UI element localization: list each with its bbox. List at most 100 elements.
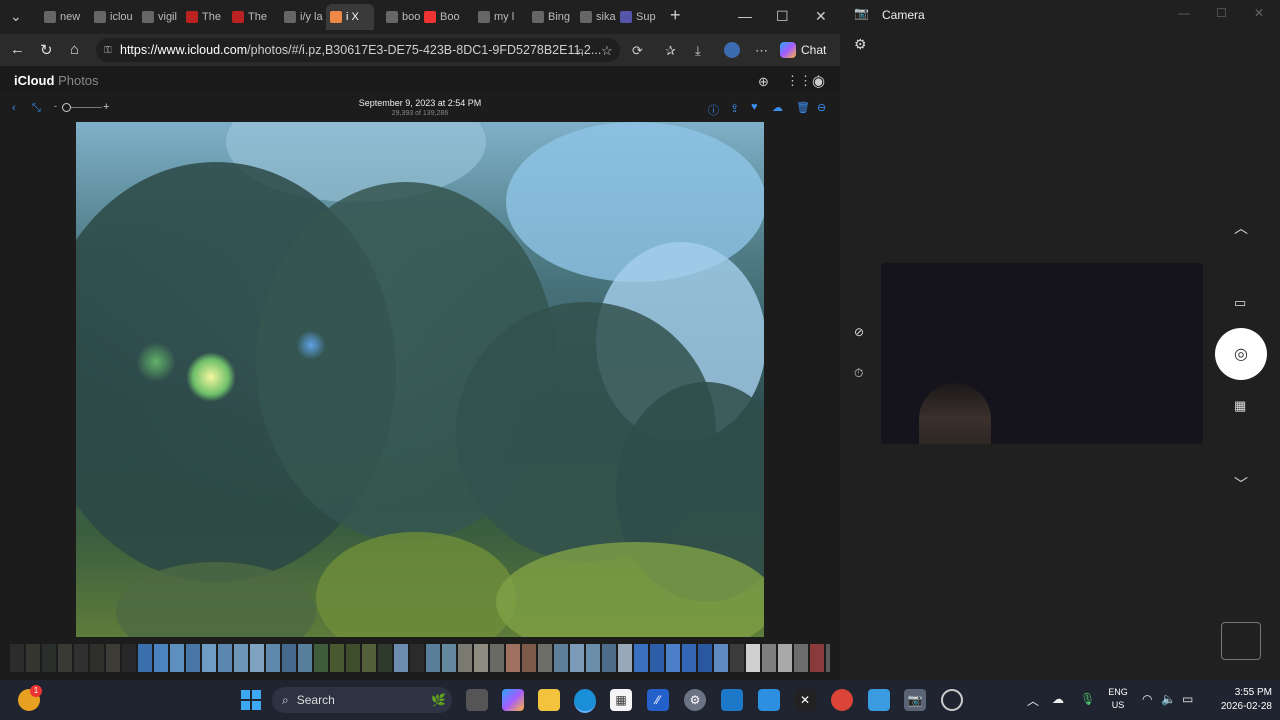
photos-app-icon[interactable] (721, 689, 743, 711)
filmstrip-thumbnail[interactable] (442, 644, 456, 672)
volume-icon[interactable]: 🔈 (1161, 692, 1176, 706)
filmstrip[interactable] (10, 644, 830, 672)
extensions-icon[interactable]: ⟳ (632, 43, 643, 59)
filmstrip-thumbnail[interactable] (474, 644, 488, 672)
filmstrip-thumbnail[interactable] (170, 644, 184, 672)
filmstrip-thumbnail[interactable] (618, 644, 632, 672)
filmstrip-thumbnail[interactable] (682, 644, 696, 672)
timer-off-icon[interactable]: ⏱ (854, 366, 863, 381)
filmstrip-thumbnail[interactable] (362, 644, 376, 672)
filmstrip-thumbnail[interactable] (538, 644, 552, 672)
filmstrip-thumbnail[interactable] (762, 644, 776, 672)
chevron-up-icon[interactable]: ︿ (1234, 218, 1248, 238)
filmstrip-thumbnail[interactable] (42, 644, 56, 672)
filmstrip-thumbnail[interactable] (330, 644, 344, 672)
cam-maximize-button[interactable]: ☐ (1216, 6, 1227, 20)
downloads-icon[interactable]: ⤓ (695, 43, 701, 59)
taskbar-search[interactable]: ⌕ Search 🌿 (272, 687, 452, 713)
hdr-off-icon[interactable]: ⊘ (854, 325, 864, 339)
filmstrip-thumbnail[interactable] (218, 644, 232, 672)
capcut-icon[interactable]: ✕ (794, 689, 816, 711)
share-icon[interactable]: ⇪ (730, 102, 739, 115)
filmstrip-thumbnail[interactable] (138, 644, 152, 672)
filmstrip-thumbnail[interactable] (794, 644, 808, 672)
widgets-icon[interactable]: 1 (18, 685, 42, 711)
more-menu-icon[interactable]: ⋯ (755, 43, 768, 59)
filmstrip-thumbnail[interactable] (746, 644, 760, 672)
account-icon[interactable]: ◉ (812, 72, 825, 90)
cam-close-button[interactable]: ✕ (1254, 6, 1264, 20)
filmstrip-thumbnail[interactable] (426, 644, 440, 672)
filmstrip-thumbnail[interactable] (74, 644, 88, 672)
filmstrip-thumbnail[interactable] (714, 644, 728, 672)
filmstrip-thumbnail[interactable] (186, 644, 200, 672)
filmstrip-thumbnail[interactable] (90, 644, 104, 672)
browser-tab[interactable]: Sup (616, 4, 660, 30)
filmstrip-thumbnail[interactable] (730, 644, 744, 672)
heart-icon[interactable]: ♥ (751, 101, 758, 113)
video-mode-icon[interactable]: ▭ (1234, 295, 1246, 311)
shutter-button[interactable]: ◎ (1215, 328, 1267, 380)
filmstrip-thumbnail[interactable] (666, 644, 680, 672)
filmstrip-thumbnail[interactable] (490, 644, 504, 672)
filmstrip-thumbnail[interactable] (282, 644, 296, 672)
filmstrip-thumbnail[interactable] (570, 644, 584, 672)
filmstrip-thumbnail[interactable] (634, 644, 648, 672)
browser-tab[interactable]: Bing (528, 4, 572, 30)
cam-minimize-button[interactable]: — (1178, 6, 1190, 20)
close-window-button[interactable]: ✕ (815, 8, 827, 25)
filmstrip-thumbnail[interactable] (698, 644, 712, 672)
filmstrip-thumbnail[interactable] (378, 644, 392, 672)
back-button[interactable]: ← (10, 41, 25, 58)
url-field[interactable]: ⚿ https://www.icloud.com/photos/#/i.pz,B… (96, 38, 620, 62)
browser-tab[interactable]: The (182, 4, 226, 30)
chevron-down-icon[interactable]: ﹀ (1234, 474, 1248, 494)
favorites-icon[interactable]: ✰ (665, 43, 676, 59)
icloud-logo[interactable]: iCloud Photos (14, 73, 99, 88)
input-language[interactable]: ENG US (1104, 686, 1132, 712)
task-view-icon[interactable] (466, 689, 488, 711)
copilot-app-icon[interactable] (502, 689, 524, 711)
paint-app-icon[interactable] (868, 689, 890, 711)
filmstrip-thumbnail[interactable] (778, 644, 792, 672)
trash-icon[interactable]: 🗑 (796, 101, 810, 114)
browser-tab[interactable]: vigil (138, 4, 182, 30)
add-icon[interactable]: ⊕ (758, 74, 769, 90)
browser-tab[interactable]: my l (474, 4, 518, 30)
show-hidden-icons-chevron-icon[interactable]: ︿ (1027, 692, 1039, 709)
filmstrip-thumbnail[interactable] (26, 644, 40, 672)
new-tab-button[interactable]: + (670, 5, 681, 26)
browser-tab[interactable]: new (40, 4, 84, 30)
filmstrip-thumbnail[interactable] (298, 644, 312, 672)
filmstrip-thumbnail[interactable] (826, 644, 830, 672)
store-icon[interactable]: ▦ (610, 689, 632, 711)
filmstrip-thumbnail[interactable] (266, 644, 280, 672)
expand-icon[interactable]: ⤡ (32, 102, 41, 115)
filmstrip-thumbnail[interactable] (234, 644, 248, 672)
minimize-button[interactable]: — (738, 8, 752, 24)
profile-avatar[interactable] (724, 42, 740, 58)
filmstrip-thumbnail[interactable] (810, 644, 824, 672)
download-icon[interactable]: ☁ (772, 101, 783, 114)
browser-tab[interactable]: i X (326, 4, 374, 30)
maximize-button[interactable]: ☐ (776, 8, 789, 25)
browser-tab[interactable]: sika (576, 4, 620, 30)
start-button[interactable] (240, 689, 262, 711)
settings-app-icon[interactable]: ⚙ (684, 689, 706, 711)
battery-icon[interactable]: ▭ (1182, 692, 1193, 706)
editor-app-icon[interactable]: ⁄⁄ (647, 689, 669, 711)
last-capture-thumbnail[interactable] (1221, 622, 1261, 660)
onedrive-icon[interactable]: ☁ (1052, 692, 1064, 706)
refresh-button[interactable]: ↻ (40, 41, 53, 59)
recorder-icon[interactable] (941, 689, 963, 711)
site-info-icon[interactable]: ⚿ (104, 45, 112, 56)
camera-app-taskbar-icon[interactable]: 📷 (904, 689, 926, 711)
filmstrip-thumbnail[interactable] (202, 644, 216, 672)
filmstrip-thumbnail[interactable] (58, 644, 72, 672)
chrome-icon[interactable] (831, 689, 853, 711)
edge-browser-icon[interactable] (574, 689, 596, 713)
info-icon[interactable]: ⓘ (708, 102, 719, 118)
filmstrip-thumbnail[interactable] (122, 644, 136, 672)
zoom-slider[interactable]: - (54, 101, 104, 113)
settings-gear-icon[interactable]: ⚙ (854, 36, 867, 53)
